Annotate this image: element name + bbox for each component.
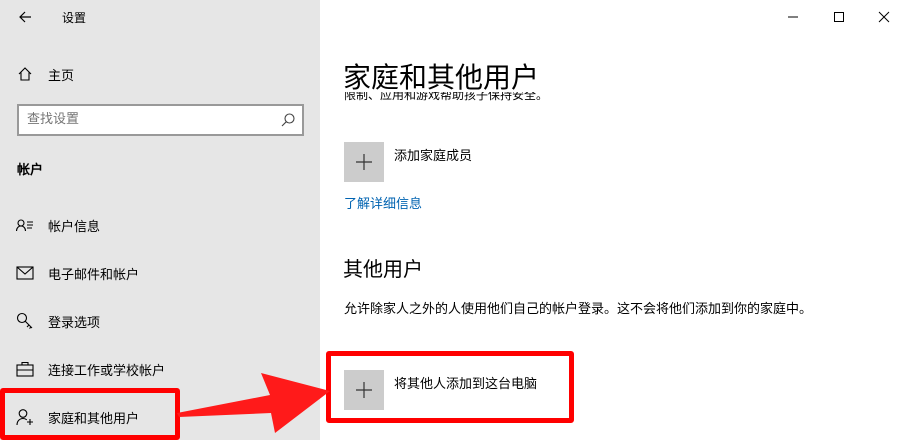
family-description: 限制、应用和游戏帮助孩子保持安全。 xyxy=(344,92,549,102)
other-users-heading: 其他用户 xyxy=(343,257,423,281)
maximize-icon xyxy=(834,12,844,22)
add-family-member-button[interactable] xyxy=(344,142,384,182)
app-title: 设置 xyxy=(62,11,87,25)
annotation-arrow-icon xyxy=(177,373,330,433)
sidebar-item-label: 电子邮件和帐户 xyxy=(48,267,140,283)
search-box[interactable] xyxy=(17,104,304,136)
sidebar-item-email[interactable]: 电子邮件和帐户 xyxy=(0,253,320,293)
sidebar-item-label: 帐户信息 xyxy=(48,219,101,235)
back-button[interactable] xyxy=(10,5,40,29)
plus-icon xyxy=(356,154,372,170)
sidebar-item-label: 登录选项 xyxy=(48,315,101,331)
nav-home-label: 主页 xyxy=(48,68,75,84)
key-icon xyxy=(16,312,34,330)
mail-icon xyxy=(16,264,34,282)
sidebar-item-sign-in[interactable]: 登录选项 xyxy=(0,301,320,341)
back-arrow-icon xyxy=(19,11,31,23)
maximize-button[interactable] xyxy=(816,2,862,32)
minimize-icon xyxy=(788,16,798,18)
sidebar-item-account-info[interactable]: 帐户信息 xyxy=(0,205,320,245)
nav-home[interactable]: 主页 xyxy=(0,54,320,94)
other-users-description: 允许除家人之外的人使用他们自己的帐户登录。这不会将他们添加到你的家庭中。 xyxy=(344,302,813,317)
page-title: 家庭和其他用户 xyxy=(343,61,540,94)
title-bar: 设置 xyxy=(0,0,320,34)
section-heading-accounts: 帐户 xyxy=(17,163,44,178)
minimize-button[interactable] xyxy=(770,2,816,32)
highlight-box-add-user xyxy=(326,351,574,423)
add-family-member-label[interactable]: 添加家庭成员 xyxy=(394,145,472,164)
close-button[interactable] xyxy=(861,2,907,32)
home-icon xyxy=(16,65,34,83)
sidebar-item-label: 连接工作或学校帐户 xyxy=(48,363,166,379)
learn-more-link[interactable]: 了解详细信息 xyxy=(344,193,422,212)
highlight-box-family xyxy=(0,388,180,440)
account-info-icon xyxy=(16,216,34,234)
briefcase-icon xyxy=(16,360,34,378)
search-input[interactable] xyxy=(27,112,267,127)
search-icon xyxy=(281,113,295,127)
close-icon xyxy=(878,11,890,23)
